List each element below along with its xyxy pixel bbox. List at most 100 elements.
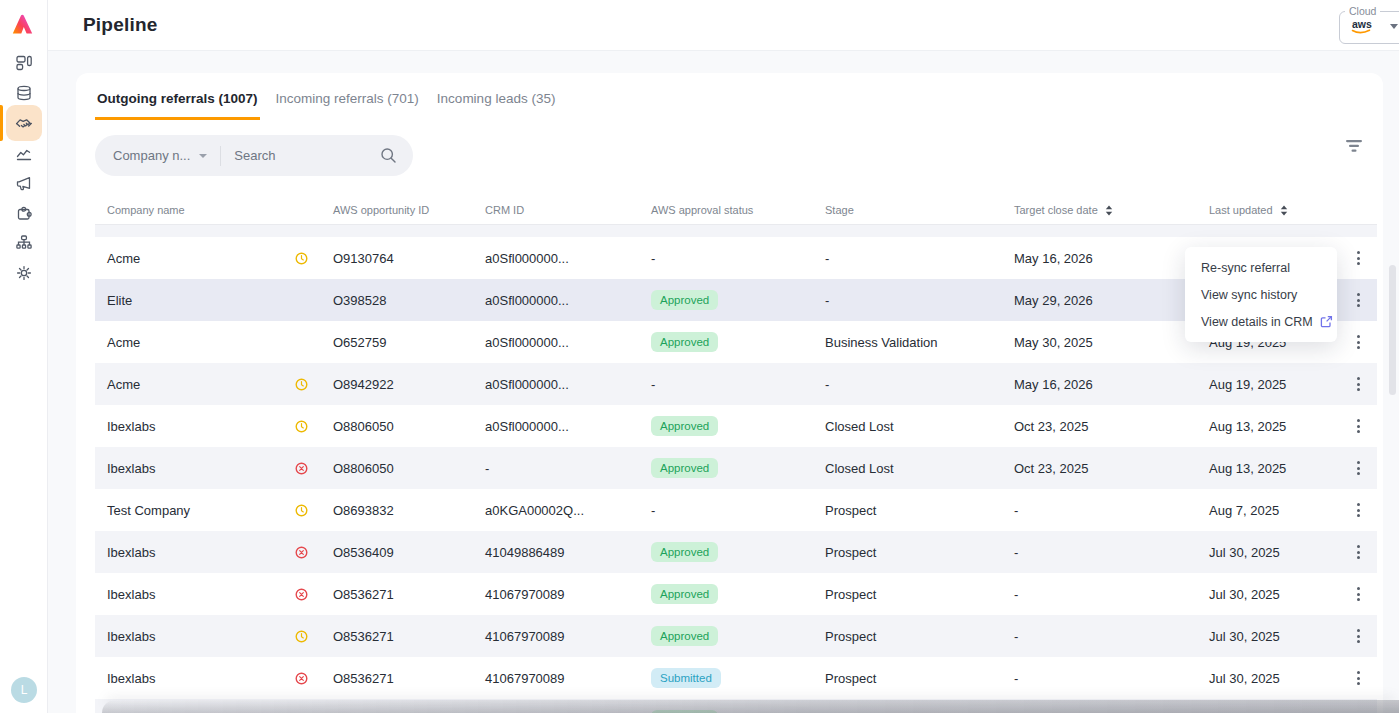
sync-pending-icon xyxy=(295,378,308,391)
row-actions-kebab-icon[interactable] xyxy=(1353,499,1364,521)
cell-last-updated: Jul 30, 2025 xyxy=(1209,545,1339,560)
main-content: Outgoing referrals (1007) Incoming refer… xyxy=(48,51,1399,713)
cell-stage: Closed Lost xyxy=(825,461,1014,476)
search-icon[interactable] xyxy=(380,147,397,164)
cell-crm-id: 41049886489 xyxy=(485,545,651,560)
cell-sync-status xyxy=(295,504,333,517)
table-row[interactable]: Ibexlabs O8536271 41067970089 Approved P… xyxy=(95,573,1377,615)
cell-last-updated: Aug 7, 2025 xyxy=(1209,503,1339,518)
cell-company-name: Acme xyxy=(95,335,295,350)
cell-company-name: Ibexlabs xyxy=(95,629,295,644)
cell-sync-status xyxy=(295,252,333,265)
sidebar-item-organization[interactable] xyxy=(0,228,48,258)
chart-icon xyxy=(15,144,33,162)
cell-crm-id: 41067970089 xyxy=(485,587,651,602)
bottom-overlay-shade xyxy=(102,700,1399,713)
col-target-close-date[interactable]: Target close date xyxy=(1014,204,1209,216)
sidebar-item-integrations[interactable] xyxy=(0,198,48,228)
filter-icon[interactable] xyxy=(1345,139,1363,153)
database-icon xyxy=(15,84,33,102)
cell-target-close-date: - xyxy=(1014,503,1209,518)
cell-target-close-date: May 30, 2025 xyxy=(1014,335,1209,350)
cell-approval-status: - xyxy=(651,503,825,518)
sidebar-item-marketing[interactable] xyxy=(0,168,48,198)
cell-approval-status: Approved xyxy=(651,332,825,352)
sort-icon[interactable] xyxy=(1280,205,1288,216)
table-row[interactable]: Ibexlabs O8806050 - Approved Closed Lost… xyxy=(95,447,1377,489)
sidebar-item-analytics[interactable] xyxy=(0,138,48,168)
cell-stage: - xyxy=(825,293,1014,308)
sort-icon[interactable] xyxy=(1105,205,1113,216)
cell-company-name: Ibexlabs xyxy=(95,419,295,434)
filter-pill: Company n... Search xyxy=(95,135,413,176)
search-field-selector[interactable]: Company n... xyxy=(95,148,207,163)
table-header: Company name AWS opportunity ID CRM ID A… xyxy=(95,196,1377,225)
cell-stage: - xyxy=(825,377,1014,392)
sidebar-item-products[interactable] xyxy=(0,78,48,108)
dashboard-icon xyxy=(15,54,33,72)
row-actions-kebab-icon[interactable] xyxy=(1353,289,1364,311)
cell-sync-status xyxy=(295,546,333,559)
cell-opportunity-id: O652759 xyxy=(333,335,485,350)
user-avatar[interactable]: L xyxy=(11,677,37,703)
sync-failed-icon xyxy=(295,672,308,685)
col-last-updated[interactable]: Last updated xyxy=(1209,204,1339,216)
aws-logo-icon: aws xyxy=(1349,17,1379,36)
svg-text:aws: aws xyxy=(1352,18,1372,30)
tab[interactable]: Incoming referrals (701) xyxy=(274,81,421,120)
sync-failed-icon xyxy=(295,462,308,475)
sync-pending-icon xyxy=(295,630,308,643)
context-menu-item[interactable]: View sync history xyxy=(1185,281,1337,308)
page-title: Pipeline xyxy=(83,0,157,50)
handshake-icon xyxy=(15,114,33,132)
table-row[interactable]: Ibexlabs O8806050 a0Sfl000000... Approve… xyxy=(95,405,1377,447)
col-stage: Stage xyxy=(825,204,1014,216)
cell-crm-id: a0Sfl000000... xyxy=(485,419,651,434)
row-actions-kebab-icon[interactable] xyxy=(1353,247,1364,269)
row-actions-kebab-icon[interactable] xyxy=(1353,457,1364,479)
table-row[interactable]: Ibexlabs O8536409 41049886489 Approved P… xyxy=(95,531,1377,573)
sidebar-item-pipeline[interactable] xyxy=(0,108,48,138)
app-logo-icon[interactable] xyxy=(11,11,37,37)
cloud-select[interactable]: Cloud aws xyxy=(1339,5,1399,44)
cell-target-close-date: Oct 23, 2025 xyxy=(1014,461,1209,476)
cell-approval-status: - xyxy=(651,251,825,266)
cell-crm-id: a0Sfl000000... xyxy=(485,377,651,392)
cell-sync-status xyxy=(295,378,333,391)
context-menu-item[interactable]: Re-sync referral xyxy=(1185,254,1337,281)
cell-target-close-date: - xyxy=(1014,671,1209,686)
cell-target-close-date: - xyxy=(1014,587,1209,602)
cell-company-name: Elite xyxy=(95,293,295,308)
search-input[interactable]: Search xyxy=(234,148,380,163)
megaphone-icon xyxy=(15,174,33,192)
sidebar-nav xyxy=(0,48,48,288)
cell-company-name: Acme xyxy=(95,251,295,266)
cell-stage: - xyxy=(825,251,1014,266)
partial-row xyxy=(95,225,1377,237)
table-row[interactable]: Test Company O8693832 a0KGA00002Q... - P… xyxy=(95,489,1377,531)
cell-stage: Prospect xyxy=(825,629,1014,644)
cell-opportunity-id: O8693832 xyxy=(333,503,485,518)
row-actions-kebab-icon[interactable] xyxy=(1353,583,1364,605)
row-actions-kebab-icon[interactable] xyxy=(1353,373,1364,395)
row-actions-kebab-icon[interactable] xyxy=(1353,415,1364,437)
row-actions-kebab-icon[interactable] xyxy=(1353,331,1364,353)
context-menu-item[interactable]: View details in CRM xyxy=(1185,308,1337,335)
tab[interactable]: Incoming leads (35) xyxy=(435,81,558,120)
row-actions-kebab-icon[interactable] xyxy=(1353,625,1364,647)
puzzle-icon xyxy=(15,204,33,222)
cell-crm-id: a0KGA00002Q... xyxy=(485,503,651,518)
sidebar-item-dashboard[interactable] xyxy=(0,48,48,78)
tab[interactable]: Outgoing referrals (1007) xyxy=(95,81,260,120)
sidebar-item-settings[interactable] xyxy=(0,258,48,288)
table-row[interactable]: Ibexlabs O8536271 41067970089 Approved P… xyxy=(95,615,1377,657)
cell-stage: Closed Lost xyxy=(825,419,1014,434)
table-row[interactable]: Acme O8942922 a0Sfl000000... - - May 16,… xyxy=(95,363,1377,405)
cell-stage: Prospect xyxy=(825,503,1014,518)
vertical-scrollbar[interactable] xyxy=(1389,265,1396,395)
row-actions-kebab-icon[interactable] xyxy=(1353,667,1364,689)
table-row[interactable]: Ibexlabs O8536271 41067970089 Submitted … xyxy=(95,657,1377,699)
cell-company-name: Test Company xyxy=(95,503,295,518)
row-actions-kebab-icon[interactable] xyxy=(1353,541,1364,563)
cell-company-name: Ibexlabs xyxy=(95,671,295,686)
